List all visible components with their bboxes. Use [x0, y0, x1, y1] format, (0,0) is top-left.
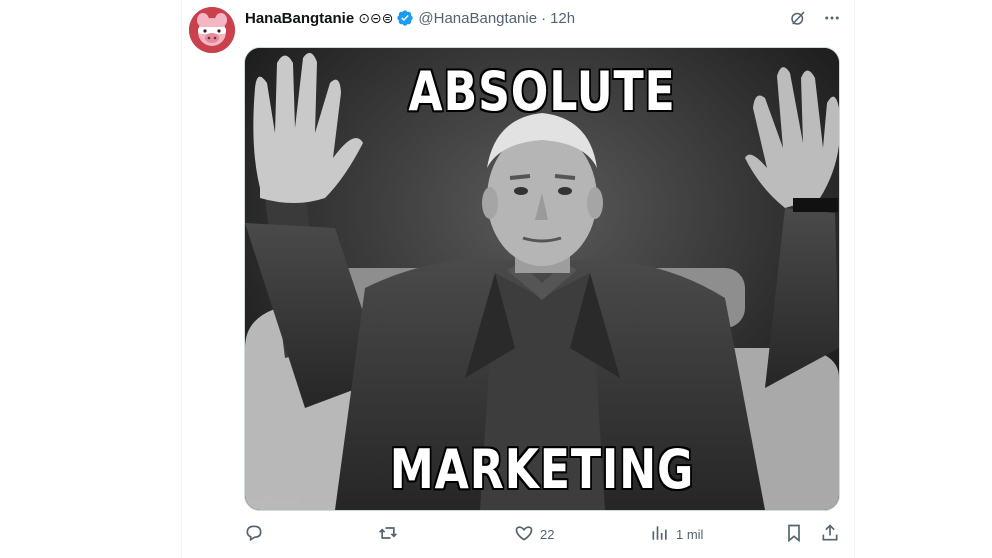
- tweet-action-bar: 22 1 mil: [244, 523, 844, 547]
- views-count: 1 mil: [676, 527, 704, 542]
- retweet-icon: [378, 523, 398, 546]
- tweet-media[interactable]: ABSOLUTE MARKETING imgflip.com: [244, 47, 840, 511]
- header-actions: [788, 8, 842, 28]
- meme-top-text: ABSOLUTE: [408, 60, 676, 123]
- display-name[interactable]: HanaBangtanie: [245, 10, 354, 27]
- bookmark-icon: [784, 523, 804, 546]
- share-button[interactable]: [820, 523, 840, 546]
- avatar[interactable]: [189, 7, 235, 53]
- watermark: imgflip.com: [249, 496, 300, 507]
- avatar-image: [189, 7, 235, 53]
- like-count: 22: [540, 527, 555, 542]
- bookmark-button[interactable]: [784, 523, 804, 546]
- user-handle[interactable]: @HanaBangtanie: [418, 10, 537, 27]
- like-button[interactable]: 22: [514, 523, 554, 546]
- retweet-button[interactable]: [378, 523, 404, 546]
- like-icon: [514, 523, 534, 546]
- meme-bottom-text: MARKETING: [389, 438, 695, 501]
- tweet-header: HanaBangtanie ⊙⊝⊜ @HanaBangtanie · 12h: [245, 7, 575, 29]
- reply-button[interactable]: [244, 523, 270, 546]
- views-button[interactable]: 1 mil: [650, 523, 703, 546]
- grok-icon[interactable]: [788, 8, 808, 28]
- more-icon[interactable]: [822, 8, 842, 28]
- name-emoji: ⊙⊝⊜: [358, 9, 394, 26]
- header-separator: ·: [541, 9, 547, 27]
- share-icon: [820, 523, 840, 546]
- verified-badge-icon: [396, 9, 414, 27]
- tweet-timestamp[interactable]: 12h: [550, 10, 575, 27]
- reply-icon: [244, 523, 264, 546]
- views-icon: [650, 523, 670, 546]
